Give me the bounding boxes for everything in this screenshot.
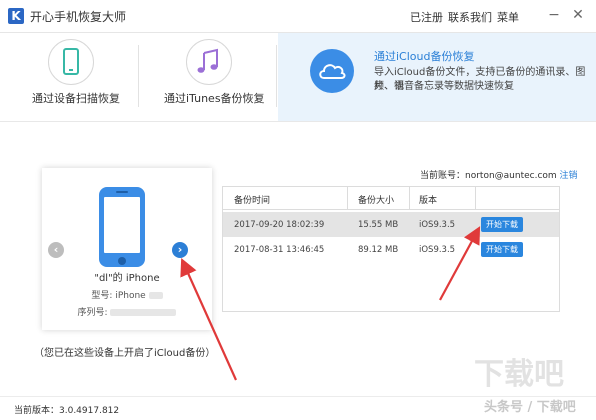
start-download-button[interactable]: 开始下载 (481, 242, 523, 257)
logout-link[interactable]: 注销 (560, 171, 578, 181)
title-bar: K 开心手机恢复大师 已注册 联系我们 菜单 − ✕ (0, 0, 596, 33)
phone-scan-icon (48, 39, 94, 85)
recovery-mode-bar: 通过设备扫描恢复 通过iTunes备份恢复 通过iCloud备份恢复 导入iCl… (0, 33, 596, 122)
next-device-button[interactable]: › (172, 242, 188, 258)
app-logo: K (8, 8, 24, 24)
device-serial: 序列号: (42, 305, 212, 318)
mode-device-scan-label: 通过设备扫描恢复 (32, 92, 120, 105)
menu-link[interactable]: 菜单 (497, 9, 519, 25)
version-label: 当前版本：3.0.4917.812 (14, 406, 120, 416)
divider (276, 45, 277, 107)
watermark-logo: 下载吧 (474, 357, 564, 392)
registered-link[interactable]: 已注册 (410, 9, 443, 25)
row-version: iOS9.3.5 (419, 220, 456, 230)
table-row[interactable]: 2017-08-31 13:46:45 89.12 MB iOS9.3.5 开始… (223, 237, 559, 262)
row-version: iOS9.3.5 (419, 245, 456, 255)
backup-table: 备份时间 备份大小 版本 2017-09-20 18:02:39 15.55 M… (222, 186, 560, 312)
cloud-icon (310, 49, 354, 93)
device-name: "dl"的 iPhone (94, 273, 160, 284)
row-backup-time: 2017-09-20 18:02:39 (234, 220, 325, 230)
start-download-button[interactable]: 开始下载 (481, 217, 523, 232)
device-model: 型号: iPhone (42, 288, 212, 301)
music-note-icon (186, 39, 232, 85)
row-backup-size: 15.55 MB (358, 220, 399, 230)
close-button[interactable]: ✕ (569, 6, 587, 24)
mode-device-scan[interactable]: 通过设备扫描恢复 (0, 33, 138, 121)
iphone-icon (99, 187, 145, 267)
table-header: 备份时间 备份大小 版本 (223, 187, 559, 210)
account-label: 当前账号：norton@auntec.com (420, 171, 557, 181)
contact-us-link[interactable]: 联系我们 (448, 9, 492, 25)
row-backup-time: 2017-08-31 13:46:45 (234, 245, 325, 255)
header-backup-size: 备份大小 (358, 196, 395, 206)
watermark-text: 头条号 / 下载吧 (484, 400, 576, 415)
account-row: 当前账号：norton@auntec.com 注销 (420, 168, 578, 181)
app-title: 开心手机恢复大师 (30, 10, 127, 24)
header-backup-time: 备份时间 (234, 196, 271, 206)
device-serial-label: 序列号: (77, 308, 108, 318)
mode-itunes-label: 通过iTunes备份恢复 (164, 92, 265, 105)
header-version: 版本 (419, 196, 438, 206)
divider (138, 45, 139, 107)
mode-icloud-desc-line2: 频、语音备忘录等数据快速恢复 (374, 81, 514, 92)
mode-itunes[interactable]: 通过iTunes备份恢复 (140, 33, 276, 121)
device-card: ‹ › "dl"的 iPhone 型号: iPhone 序列号: (42, 168, 212, 330)
row-backup-size: 89.12 MB (358, 245, 399, 255)
mode-icloud-title: 通过iCloud备份恢复 (374, 50, 475, 63)
redacted-serial (110, 309, 177, 316)
device-model-label: 型号: iPhone (91, 291, 146, 301)
table-row[interactable]: 2017-09-20 18:02:39 15.55 MB iOS9.3.5 开始… (223, 212, 559, 237)
icloud-backup-hint: （您已在这些设备上开启了iCloud备份） (34, 348, 216, 359)
minimize-button[interactable]: − (545, 6, 563, 24)
svg-text:下载吧: 下载吧 (474, 357, 564, 392)
redacted-model (148, 292, 163, 299)
mode-icloud[interactable]: 通过iCloud备份恢复 导入iCloud备份文件，支持已备份的通讯录、图片、视… (278, 33, 596, 121)
previous-device-button[interactable]: ‹ (48, 242, 64, 258)
